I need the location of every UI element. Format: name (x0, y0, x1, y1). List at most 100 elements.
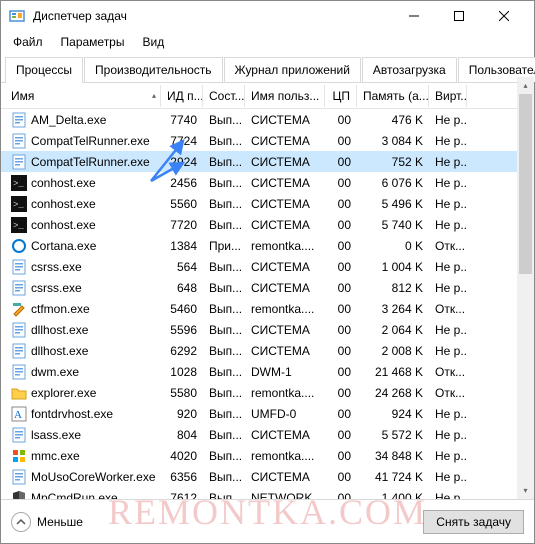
menu-options[interactable]: Параметры (53, 33, 133, 51)
cell-cpu: 00 (325, 195, 357, 213)
minimize-button[interactable] (391, 2, 436, 30)
cell-name: Afontdrvhost.exe (5, 404, 161, 424)
table-row[interactable]: CompatTelRunner.exe7724Вып...СИСТЕМА003 … (1, 130, 534, 151)
process-name: csrss.exe (31, 260, 82, 274)
cell-pid: 7740 (161, 111, 203, 129)
cell-cpu: 00 (325, 468, 357, 486)
cell-name: AM_Delta.exe (5, 110, 161, 130)
close-button[interactable] (481, 2, 526, 30)
cell-user: СИСТЕМА (245, 174, 325, 192)
cell-memory: 5 740 K (357, 216, 429, 234)
cell-name: >_conhost.exe (5, 194, 161, 214)
process-icon (11, 238, 27, 254)
tab-processes[interactable]: Процессы (5, 57, 83, 82)
end-task-button[interactable]: Снять задачу (423, 510, 524, 534)
scroll-up-button[interactable]: ▴ (517, 77, 534, 94)
cell-user: СИСТЕМА (245, 111, 325, 129)
process-icon: >_ (11, 196, 27, 212)
table-row[interactable]: csrss.exe648Вып...СИСТЕМА00812 KНе р... (1, 277, 534, 298)
cell-virt: Отк... (429, 237, 467, 255)
process-name: AM_Delta.exe (31, 113, 106, 127)
tab-app-history[interactable]: Журнал приложений (224, 57, 361, 82)
col-pid[interactable]: ИД п... (161, 85, 203, 107)
process-icon: >_ (11, 217, 27, 233)
cell-name: csrss.exe (5, 257, 161, 277)
cell-memory: 3 264 K (357, 300, 429, 318)
menu-file[interactable]: Файл (5, 33, 51, 51)
cell-pid: 5560 (161, 195, 203, 213)
table-row[interactable]: AM_Delta.exe7740Вып...СИСТЕМА00476 KНе р… (1, 109, 534, 130)
table-row[interactable]: >_conhost.exe2456Вып...СИСТЕМА006 076 KН… (1, 172, 534, 193)
process-icon (11, 385, 27, 401)
col-cpu[interactable]: ЦП (325, 85, 357, 107)
fewer-details-button[interactable]: Меньше (11, 512, 83, 532)
process-name: dllhost.exe (31, 323, 88, 337)
table-row[interactable]: mmc.exe4020Вып...remontka....0034 848 KН… (1, 445, 534, 466)
cell-pid: 1384 (161, 237, 203, 255)
table-row[interactable]: ctfmon.exe5460Вып...remontka....003 264 … (1, 298, 534, 319)
svg-text:>_: >_ (13, 221, 24, 231)
table-header: Имя ИД п... Сост... Имя польз... ЦП Памя… (1, 83, 534, 109)
process-table: Имя ИД п... Сост... Имя польз... ЦП Памя… (1, 83, 534, 503)
svg-text:A: A (14, 409, 22, 421)
table-row[interactable]: MoUsoCoreWorker.exe6356Вып...СИСТЕМА0041… (1, 466, 534, 487)
cell-name: MoUsoCoreWorker.exe (5, 467, 161, 487)
cell-virt: Отк... (429, 363, 467, 381)
cell-cpu: 00 (325, 300, 357, 318)
table-row[interactable]: Afontdrvhost.exe920Вып...UMFD-000924 KНе… (1, 403, 534, 424)
table-row[interactable]: CompatTelRunner.exe2924Вып...СИСТЕМА0075… (1, 151, 534, 172)
cell-state: Вып... (203, 426, 245, 444)
col-state[interactable]: Сост... (203, 85, 245, 107)
svg-text:>_: >_ (13, 200, 24, 210)
cell-pid: 5460 (161, 300, 203, 318)
cell-state: Вып... (203, 300, 245, 318)
tab-startup[interactable]: Автозагрузка (362, 57, 457, 82)
col-user[interactable]: Имя польз... (245, 85, 325, 107)
scroll-down-button[interactable]: ▾ (517, 482, 534, 499)
cell-memory: 6 076 K (357, 174, 429, 192)
process-icon: >_ (11, 175, 27, 191)
cell-memory: 812 K (357, 279, 429, 297)
cell-name: CompatTelRunner.exe (5, 131, 161, 151)
cell-name: explorer.exe (5, 383, 161, 403)
process-name: explorer.exe (31, 386, 96, 400)
table-row[interactable]: lsass.exe804Вып...СИСТЕМА005 572 KНе р..… (1, 424, 534, 445)
cell-state: При... (203, 237, 245, 255)
table-row[interactable]: >_conhost.exe5560Вып...СИСТЕМА005 496 KН… (1, 193, 534, 214)
col-memory[interactable]: Память (а... (357, 85, 429, 107)
cell-name: dwm.exe (5, 362, 161, 382)
cell-cpu: 00 (325, 384, 357, 402)
maximize-button[interactable] (436, 2, 481, 30)
svg-text:>_: >_ (13, 179, 24, 189)
cell-memory: 34 848 K (357, 447, 429, 465)
table-row[interactable]: csrss.exe564Вып...СИСТЕМА001 004 KНе р..… (1, 256, 534, 277)
cell-cpu: 00 (325, 258, 357, 276)
cell-user: remontka.... (245, 300, 325, 318)
cell-virt: Отк... (429, 300, 467, 318)
table-row[interactable]: dllhost.exe6292Вып...СИСТЕМА002 008 KНе … (1, 340, 534, 361)
titlebar: Диспетчер задач (1, 1, 534, 31)
process-icon (11, 448, 27, 464)
table-row[interactable]: dwm.exe1028Вып...DWM-10021 468 KОтк... (1, 361, 534, 382)
table-row[interactable]: dllhost.exe5596Вып...СИСТЕМА002 064 KНе … (1, 319, 534, 340)
col-name[interactable]: Имя (5, 85, 161, 107)
cell-cpu: 00 (325, 426, 357, 444)
vertical-scrollbar[interactable]: ▴ ▾ (517, 77, 534, 499)
cell-memory: 5 496 K (357, 195, 429, 213)
cell-cpu: 00 (325, 363, 357, 381)
cell-pid: 5596 (161, 321, 203, 339)
scroll-thumb[interactable] (519, 94, 532, 274)
cell-user: remontka.... (245, 384, 325, 402)
tab-performance[interactable]: Производительность (84, 57, 222, 82)
cell-memory: 752 K (357, 153, 429, 171)
process-name: MoUsoCoreWorker.exe (31, 470, 156, 484)
cell-pid: 2456 (161, 174, 203, 192)
cell-virt: Отк... (429, 384, 467, 402)
table-row[interactable]: Cortana.exe1384При...remontka....000 KОт… (1, 235, 534, 256)
menu-view[interactable]: Вид (134, 33, 172, 51)
cell-cpu: 00 (325, 111, 357, 129)
table-row[interactable]: explorer.exe5580Вып...remontka....0024 2… (1, 382, 534, 403)
table-row[interactable]: >_conhost.exe7720Вып...СИСТЕМА005 740 KН… (1, 214, 534, 235)
col-virt[interactable]: Вирт... (429, 85, 467, 107)
process-icon (11, 364, 27, 380)
